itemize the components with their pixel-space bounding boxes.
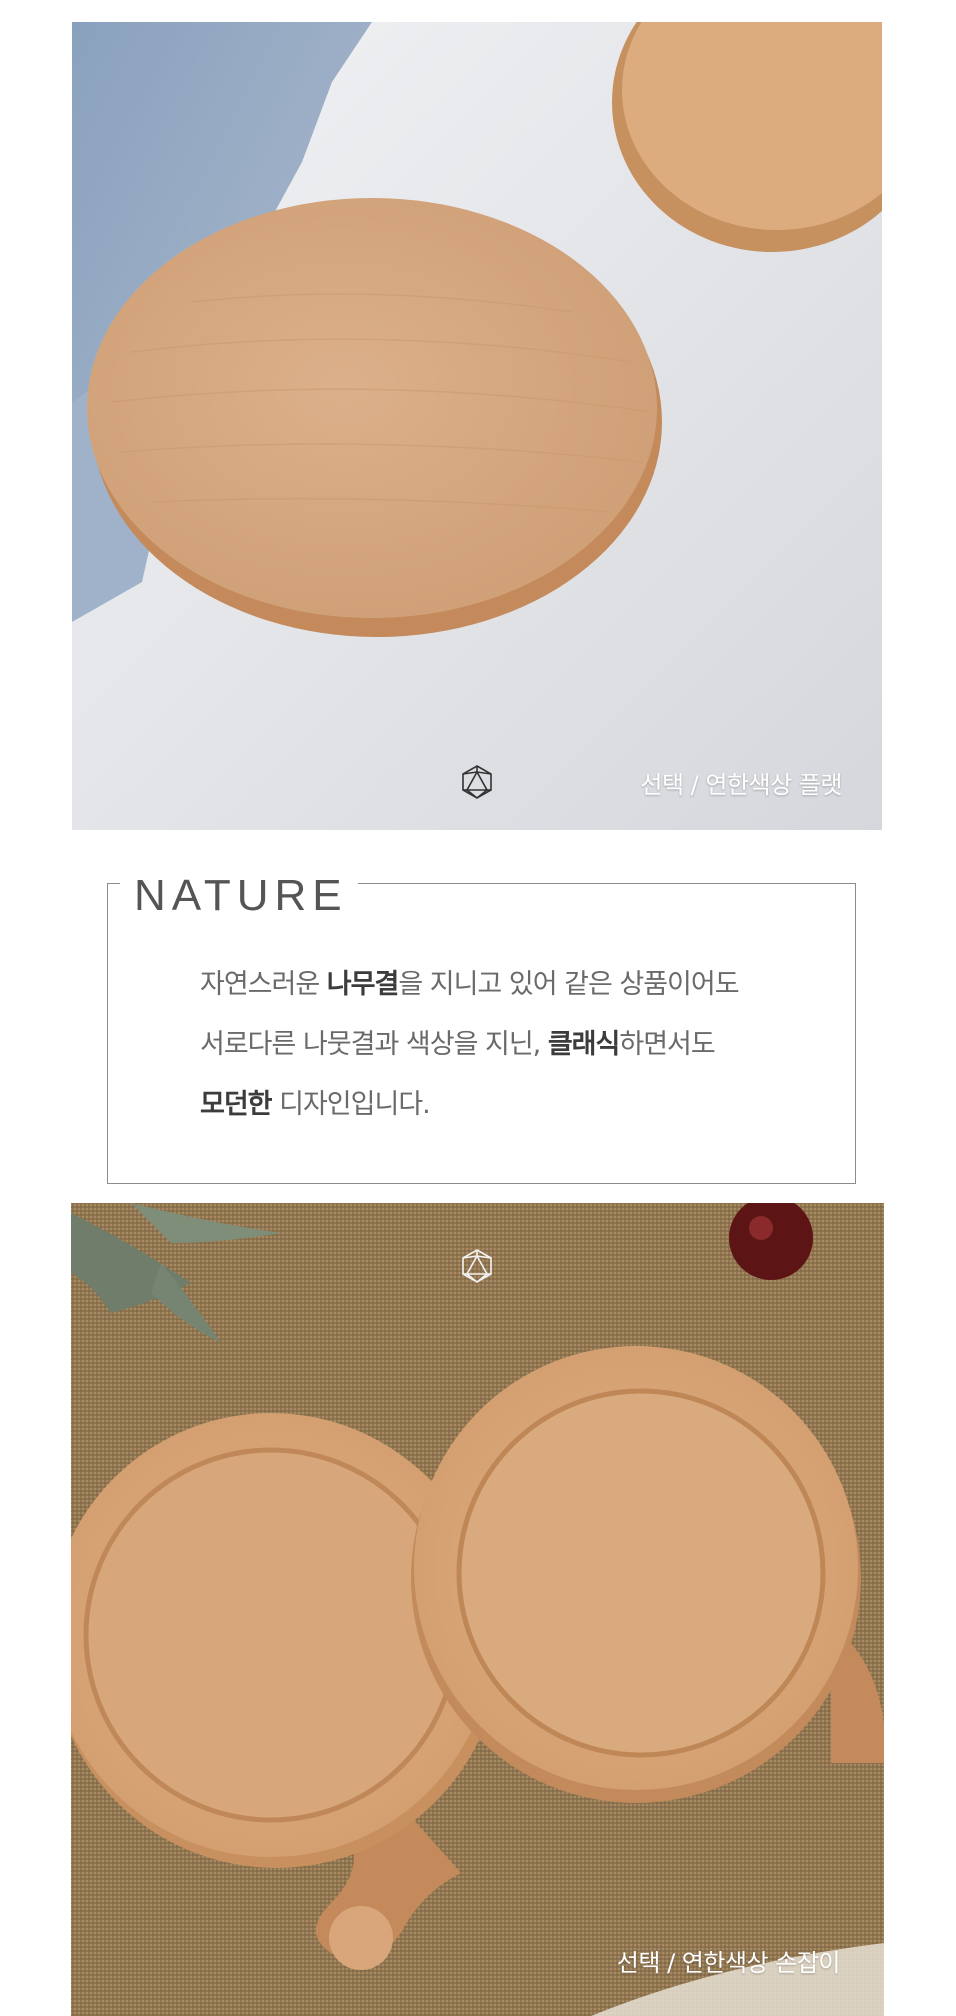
product-photo-flat: 선택 / 연한색상 플랫 <box>72 22 882 830</box>
description-line-2: 서로다른 나뭇결과 색상을 지닌, 클래식하면서도 <box>200 1029 716 1060</box>
flat-coaster-image <box>72 22 882 830</box>
handle-coaster-image <box>71 1203 884 2016</box>
photo-caption: 선택 / 연한색상 손잡이 <box>616 1949 841 1977</box>
icosahedron-logo-icon <box>460 764 494 800</box>
photo-caption: 선택 / 연한색상 플랫 <box>640 771 842 799</box>
description-line-1: 자연스러운 나무결을 지니고 있어 같은 상품이어도 <box>200 969 740 1000</box>
icosahedron-logo-icon <box>460 1248 494 1284</box>
description-line-3: 모던한 디자인입니다. <box>200 1089 431 1120</box>
nature-heading: NATURE <box>120 866 358 926</box>
nature-description: 자연스러운 나무결을 지니고 있어 같은 상품이어도 서로다른 나뭇결과 색상을… <box>200 955 820 1135</box>
product-photo-handle: 선택 / 연한색상 손잡이 <box>71 1203 884 2016</box>
